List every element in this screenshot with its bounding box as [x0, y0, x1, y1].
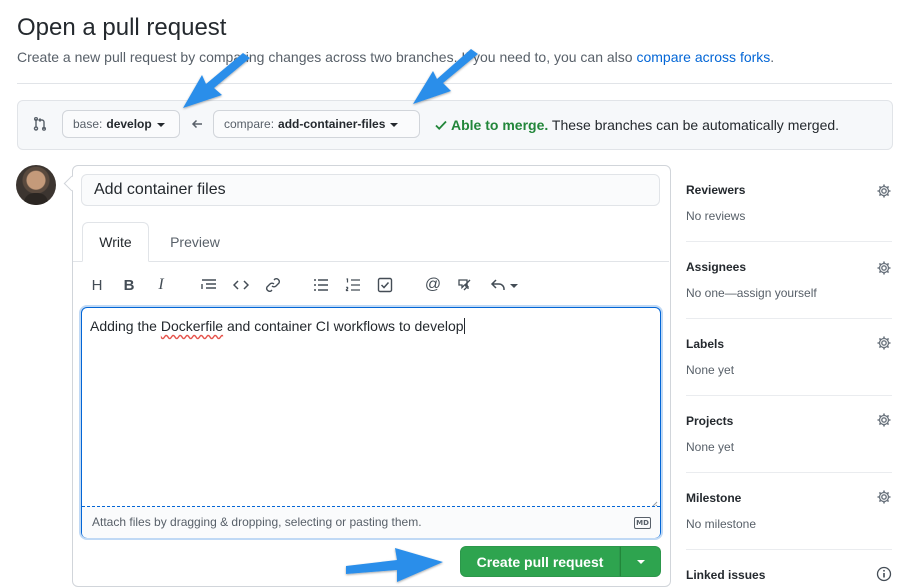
unordered-list-icon[interactable]: [311, 276, 331, 294]
sidebar-divider: [686, 318, 892, 319]
task-list-icon[interactable]: [375, 276, 395, 294]
body-text-post: and container CI workflows to develop: [223, 318, 464, 334]
bold-icon[interactable]: B: [119, 276, 139, 294]
sidebar-labels-value: None yet: [686, 363, 735, 377]
gear-icon[interactable]: [876, 412, 892, 428]
sidebar-divider: [686, 549, 892, 550]
sidebar-reviewers-value: No reviews: [686, 209, 746, 223]
gear-icon[interactable]: [876, 335, 892, 351]
sidebar-divider: [686, 241, 892, 242]
avatar[interactable]: [16, 165, 56, 205]
heading-icon[interactable]: H: [87, 276, 107, 294]
chevron-down-icon: [156, 123, 165, 127]
sidebar-assignees-title[interactable]: Assignees: [686, 260, 746, 274]
sidebar-milestone-title[interactable]: Milestone: [686, 491, 741, 505]
resize-handle-icon[interactable]: [650, 496, 658, 509]
gear-icon[interactable]: [876, 260, 892, 276]
markdown-icon[interactable]: MD: [634, 517, 651, 529]
gear-icon[interactable]: [876, 489, 892, 505]
sidebar-assignees-value[interactable]: No one—assign yourself: [686, 286, 817, 300]
text-cursor: [463, 318, 465, 334]
attach-files-text[interactable]: Attach files by dragging & dropping, sel…: [92, 515, 422, 529]
info-icon[interactable]: [876, 566, 892, 582]
page-subtitle: Create a new pull request by comparing c…: [17, 49, 774, 65]
ordered-list-icon[interactable]: [343, 276, 363, 294]
sidebar-projects-value: None yet: [686, 440, 735, 454]
check-icon: [434, 118, 448, 135]
arrow-left-icon: [190, 117, 204, 131]
base-label: base:: [73, 117, 103, 131]
create-pr-options-dropdown[interactable]: [620, 546, 661, 577]
pr-body-text[interactable]: Adding the Dockerfile and container CI w…: [90, 318, 465, 334]
compare-across-forks-link[interactable]: compare across forks: [636, 49, 770, 65]
reference-icon[interactable]: [455, 276, 475, 294]
link-icon[interactable]: [263, 276, 283, 294]
reply-icon[interactable]: [488, 276, 520, 294]
compare-label: compare:: [224, 117, 275, 131]
pr-title-input[interactable]: [81, 174, 660, 206]
subtitle-end: .: [770, 49, 775, 65]
sidebar-divider: [686, 472, 892, 473]
sidebar-labels-title[interactable]: Labels: [686, 337, 724, 351]
compare-branch-select[interactable]: compare: add-container-files: [213, 110, 420, 138]
sidebar-projects-title[interactable]: Projects: [686, 414, 733, 428]
base-branch-name: develop: [106, 117, 152, 131]
page-title: Open a pull request: [17, 14, 227, 41]
sidebar-divider: [686, 395, 892, 396]
pr-body-textarea[interactable]: [81, 307, 661, 538]
sidebar-milestone-value: No milestone: [686, 517, 757, 531]
italic-icon[interactable]: I: [151, 276, 171, 294]
body-text-pre: Adding the: [90, 318, 161, 334]
sidebar-linked-issues-title: Linked issues: [686, 568, 766, 582]
create-pull-request-button[interactable]: Create pull request: [460, 546, 620, 577]
subtitle-text: Create a new pull request by comparing c…: [17, 49, 633, 65]
gear-icon[interactable]: [876, 183, 892, 199]
chevron-down-icon: [636, 559, 645, 564]
sidebar-reviewers-title[interactable]: Reviewers: [686, 183, 745, 197]
body-text-misspelled: Dockerfile: [160, 318, 224, 334]
chevron-down-icon: [510, 284, 518, 288]
code-icon[interactable]: [231, 276, 251, 294]
git-compare-icon: [32, 116, 48, 132]
mention-icon[interactable]: @: [423, 276, 443, 294]
base-branch-select[interactable]: base: develop: [62, 110, 180, 138]
merge-status-ok: Able to merge.: [451, 117, 549, 133]
tab-preview[interactable]: Preview: [150, 222, 240, 262]
merge-status: Able to merge. These branches can be aut…: [434, 117, 839, 135]
chevron-down-icon: [390, 123, 399, 127]
quote-icon[interactable]: [199, 276, 219, 294]
compare-branch-name: add-container-files: [278, 117, 386, 131]
tab-write[interactable]: Write: [82, 222, 149, 262]
merge-status-detail: These branches can be automatically merg…: [551, 117, 840, 133]
header-divider: [17, 83, 892, 84]
